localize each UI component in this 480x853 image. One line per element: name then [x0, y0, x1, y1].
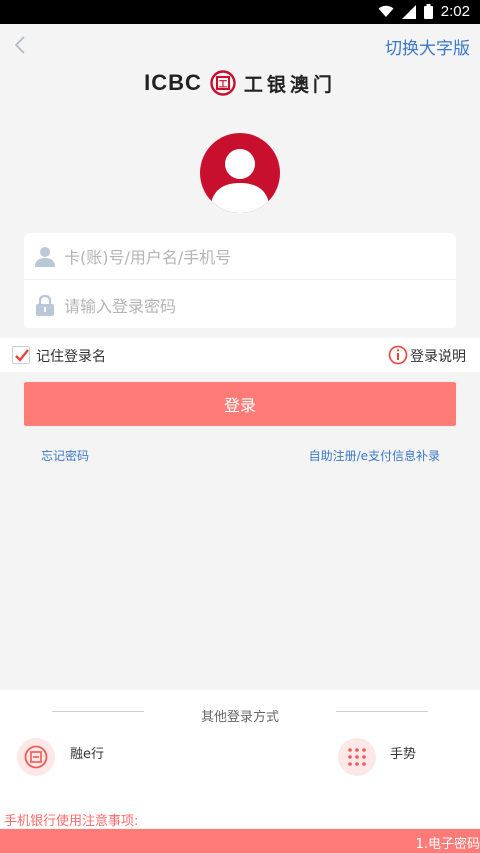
forgot-password-link[interactable]: 忘记密码 — [41, 447, 89, 464]
gesture-label[interactable]: 手势 — [390, 743, 416, 762]
switch-large-font-link[interactable]: 切换大字版 — [385, 34, 470, 59]
notice-marquee: 1.电子密码 — [0, 829, 480, 853]
signal-icon — [401, 4, 416, 19]
status-time: 2:02 — [440, 3, 470, 20]
login-help-link[interactable]: 登录说明 — [410, 346, 466, 366]
user-icon — [35, 247, 55, 267]
remember-label[interactable]: 记住登录名 — [36, 346, 106, 366]
divider-right — [336, 711, 428, 712]
top-bar: 切换大字版 — [0, 24, 480, 68]
lock-icon — [36, 294, 54, 316]
remember-row: 记住登录名 登录说明 — [0, 338, 480, 372]
rong-e-icon — [24, 745, 48, 769]
gesture-button[interactable] — [338, 738, 376, 776]
status-bar: 2:02 — [0, 0, 480, 24]
rong-e-button[interactable] — [17, 738, 55, 776]
back-arrow-icon[interactable] — [10, 34, 32, 56]
notice-title: 手机银行使用注意事项: — [4, 814, 139, 829]
user-avatar — [200, 133, 280, 213]
wifi-icon — [378, 5, 394, 17]
battery-icon — [423, 4, 433, 19]
icbc-emblem-icon: 工 — [210, 70, 236, 96]
other-login-title: 其他登录方式 — [200, 710, 279, 725]
brand-name-cn: 工银澳门 — [243, 73, 336, 96]
user-silhouette-icon — [210, 149, 270, 213]
password-field[interactable]: 请输入登录密码 — [24, 281, 456, 328]
self-register-link[interactable]: 自助注册/e支付信息补录 — [309, 447, 440, 464]
emblem-text: 工 — [218, 79, 227, 90]
info-icon[interactable] — [388, 345, 408, 365]
brand-logo: ICBC 工 工银澳门 — [0, 66, 480, 100]
other-login-panel: 其他登录方式 融e行 手势 — [0, 690, 480, 828]
account-field[interactable]: 卡(账)号/用户名/手机号 — [24, 233, 456, 280]
notice-item: 1.电子密码 — [415, 837, 480, 852]
rong-e-label[interactable]: 融e行 — [70, 743, 104, 762]
password-input[interactable]: 请输入登录密码 — [64, 293, 176, 317]
login-button[interactable]: 登录 — [24, 382, 456, 426]
account-input[interactable]: 卡(账)号/用户名/手机号 — [64, 244, 231, 268]
brand-name-en: ICBC — [144, 70, 202, 95]
gesture-grid-icon — [348, 748, 366, 766]
remember-checkbox[interactable] — [12, 346, 30, 364]
login-form: 卡(账)号/用户名/手机号 请输入登录密码 — [24, 233, 456, 328]
checkmark-icon — [15, 349, 29, 362]
